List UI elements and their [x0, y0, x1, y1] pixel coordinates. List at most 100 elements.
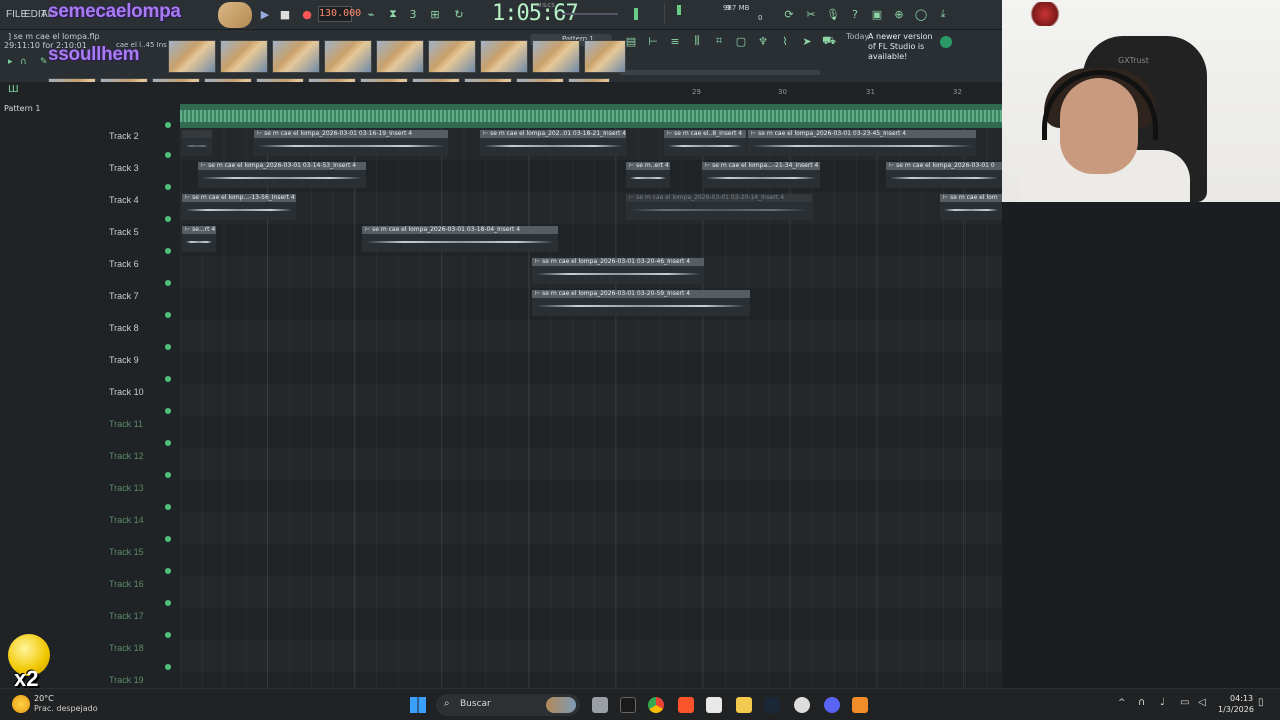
globe-icon[interactable] — [940, 36, 952, 48]
piano-roll-icon[interactable]: ⊢ — [644, 32, 662, 50]
mic-tray-icon[interactable]: ♩ — [1160, 697, 1165, 708]
chrome-icon[interactable] — [648, 697, 664, 713]
track-mute-led[interactable] — [165, 152, 171, 158]
download-icon[interactable]: ⤓ — [934, 5, 952, 23]
audio-clip[interactable]: ⊢ se m cae el lomp...-13-56_Insert 4 — [182, 194, 296, 220]
audio-clip[interactable] — [182, 130, 212, 156]
network-icon[interactable]: ▭ — [1180, 697, 1189, 708]
discord-icon[interactable] — [824, 697, 840, 713]
track-label[interactable]: Track 3 — [109, 163, 139, 173]
help-icon[interactable]: ? — [846, 5, 864, 23]
track-label[interactable]: Track 11 — [109, 419, 143, 429]
track-mute-led[interactable] — [165, 248, 171, 254]
cut-tool-icon[interactable]: ✂ — [802, 5, 820, 23]
store-icon[interactable] — [706, 697, 722, 713]
sync-icon[interactable]: ⟳ — [780, 5, 798, 23]
chevron-up-icon[interactable]: ^ — [1118, 698, 1126, 708]
epic-games-icon[interactable] — [620, 697, 636, 713]
track-label[interactable]: Track 8 — [109, 323, 139, 333]
pattern-label[interactable]: Pattern 1 — [4, 104, 40, 113]
track-label[interactable]: Track 15 — [109, 547, 144, 557]
audio-clip[interactable]: ⊢ se m cae el lompa_202..01 03-18-21_Ins… — [480, 130, 626, 156]
track-label[interactable]: Track 13 — [109, 483, 144, 493]
volume-icon[interactable]: ◁ — [1198, 697, 1206, 708]
save-icon[interactable]: ▣ — [868, 5, 886, 23]
track-label[interactable]: Track 12 — [109, 451, 144, 461]
audio-waveform-track[interactable] — [180, 104, 1002, 128]
track-label[interactable]: Track 6 — [109, 259, 139, 269]
audio-clip[interactable]: ⊢ se m cae el lom — [940, 194, 1002, 220]
fl-studio-icon[interactable] — [852, 697, 868, 713]
timeline-ruler[interactable]: 29 30 31 32 — [610, 88, 1002, 98]
tempo-display[interactable]: 130.000 — [318, 6, 361, 22]
track-label[interactable]: Track 5 — [109, 227, 139, 237]
audio-clip[interactable]: ⊢ se m cae el..8_Insert 4 — [664, 130, 746, 156]
track-mute-led[interactable] — [165, 216, 171, 222]
track-label[interactable]: Track 17 — [109, 611, 144, 621]
weather-temperature[interactable]: 20°C — [34, 694, 54, 703]
arrow-tool-icon[interactable]: ▸ — [8, 57, 13, 67]
pitch-knob-icon[interactable] — [634, 8, 638, 20]
track-mute-led[interactable] — [165, 536, 171, 542]
track-label[interactable]: Track 2 — [109, 131, 139, 141]
windows-start-icon[interactable] — [410, 697, 426, 713]
track-mute-led[interactable] — [165, 312, 171, 318]
audio-clip[interactable]: ⊢ se m cae el lompa_2026-03-01 03-14-53_… — [198, 162, 366, 188]
track-label[interactable]: Track 10 — [109, 387, 144, 397]
notifications-icon[interactable]: ▯ — [1258, 697, 1264, 708]
audio-clip[interactable]: ⊢ se m cae el lompa_2026-03-01 03-23-45_… — [748, 130, 976, 156]
audio-clip[interactable]: ⊢ se m cae el lompa_2026-03-01 03-20-14_… — [626, 194, 812, 220]
brush-icon[interactable]: ⌇ — [776, 32, 794, 50]
track-mute-led[interactable] — [165, 472, 171, 478]
news-text[interactable]: A newer version of FL Studio is availabl… — [868, 32, 938, 62]
channel-rack-icon[interactable]: ≡ — [666, 32, 684, 50]
browser-icon[interactable]: ⌗ — [710, 32, 728, 50]
arrow-icon[interactable]: ➤ — [798, 32, 816, 50]
track-mute-led[interactable] — [165, 664, 171, 670]
track-label[interactable]: Track 18 — [109, 643, 144, 653]
track-label[interactable]: Track 19 — [109, 675, 144, 685]
track-label[interactable]: Track 16 — [109, 579, 144, 589]
audio-clip[interactable]: ⊢ se...rt 4 — [182, 226, 216, 252]
audio-clip[interactable]: ⊢ se m cae el lompa...-21-34_Insert 4 — [702, 162, 820, 188]
wait-input-icon[interactable]: ⧗ — [384, 5, 402, 23]
file-explorer-icon[interactable] — [736, 697, 752, 713]
countdown-icon[interactable]: 3 — [404, 5, 422, 23]
track-mute-led[interactable] — [165, 184, 171, 190]
headset-icon[interactable]: ∩ — [1138, 697, 1145, 708]
track-mute-led[interactable] — [165, 344, 171, 350]
audio-clip[interactable]: ⊢ se m cae el lompa_2026-03-01 03-16-19_… — [254, 130, 448, 156]
track-mute-led[interactable] — [165, 600, 171, 606]
chat-icon[interactable]: ◯ — [912, 5, 930, 23]
master-volume-slider[interactable] — [562, 13, 618, 15]
stop-icon[interactable]: ■ — [276, 5, 294, 23]
mic-icon[interactable]: 🎙 — [824, 5, 842, 23]
playlist-grid[interactable]: ⊢ se m cae el lompa_2026-03-01 03-16-19_… — [180, 128, 1002, 688]
track-mute-led[interactable] — [165, 376, 171, 382]
cart-icon[interactable]: ⛟ — [820, 32, 838, 50]
track-mute-led[interactable] — [165, 440, 171, 446]
audio-clip[interactable]: ⊢ se m cae el lompa_2026-03-01 03-20-46_… — [532, 258, 704, 284]
taskbar-search[interactable]: ⌕ Buscar — [436, 694, 580, 716]
track-mute-led[interactable] — [165, 122, 171, 128]
track-mute-led[interactable] — [165, 632, 171, 638]
loop-record-icon[interactable]: ↻ — [450, 5, 468, 23]
steam-icon[interactable] — [764, 697, 780, 713]
audio-clip[interactable]: ⊢ se m..ert 4 — [626, 162, 670, 188]
play-icon[interactable]: ▶ — [256, 5, 274, 23]
obs-icon[interactable] — [794, 697, 810, 713]
record-icon[interactable]: ● — [298, 5, 316, 23]
track-label[interactable]: Track 14 — [109, 515, 144, 525]
track-mute-led[interactable] — [165, 408, 171, 414]
track-mute-led[interactable] — [165, 504, 171, 510]
track-mute-led[interactable] — [165, 568, 171, 574]
weather-sun-icon[interactable] — [12, 695, 30, 713]
pencil-icon[interactable]: ✎ — [40, 57, 48, 67]
playlist-scrollbar[interactable] — [620, 70, 820, 75]
clock-time[interactable]: 04:13 — [1230, 694, 1253, 703]
task-view-icon[interactable] — [592, 697, 608, 713]
step-edit-icon[interactable]: ⊞ — [426, 5, 444, 23]
magnet-icon[interactable]: ∩ — [20, 57, 27, 67]
brave-icon[interactable] — [678, 697, 694, 713]
metronome-icon[interactable]: ⌁ — [362, 5, 380, 23]
